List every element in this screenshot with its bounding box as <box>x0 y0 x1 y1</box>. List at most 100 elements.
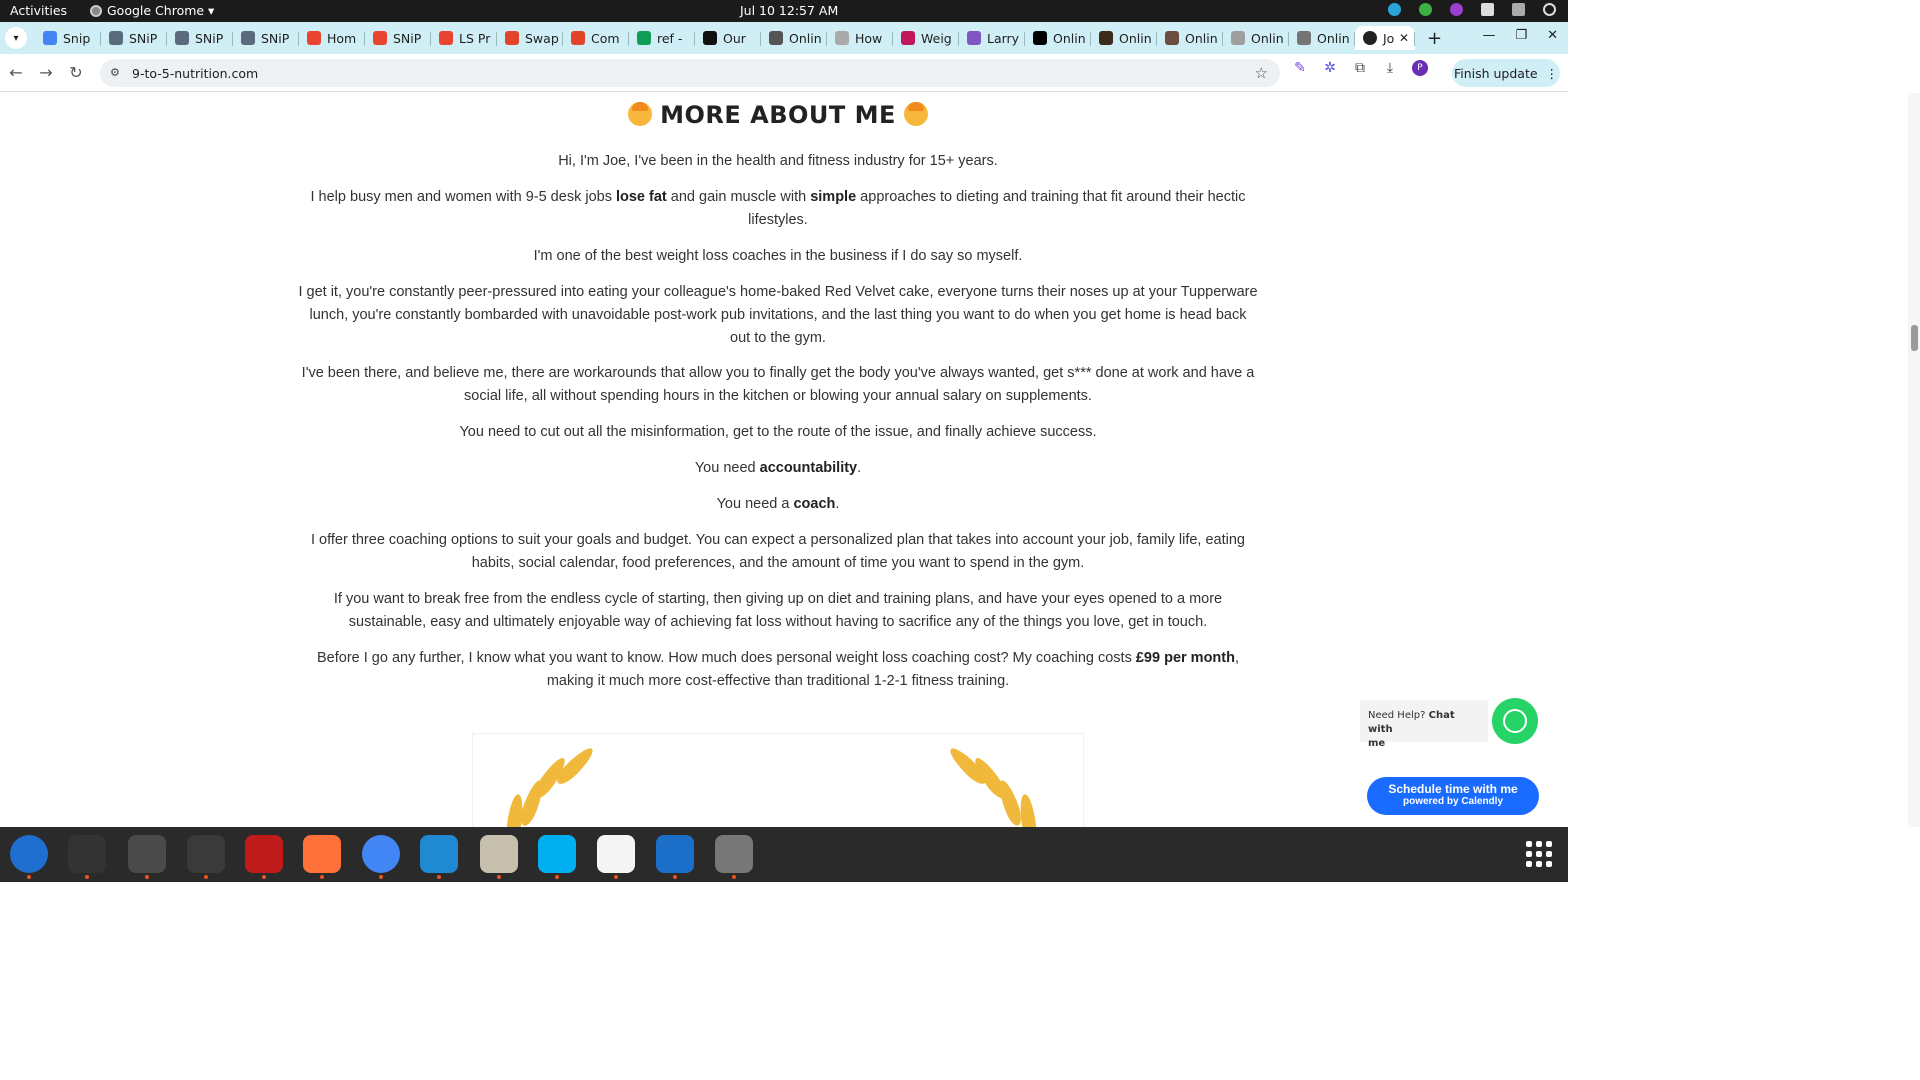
grid-dot <box>1526 861 1532 867</box>
whatsapp-button[interactable] <box>1492 698 1538 744</box>
tray-check-icon[interactable] <box>1419 3 1432 16</box>
paragraph-best: I'm one of the best weight loss coaches … <box>533 248 1023 264</box>
tab-item[interactable]: ref - <box>629 26 695 50</box>
tab-item[interactable]: LS Pr <box>431 26 497 50</box>
tab-title: Our <box>723 30 746 46</box>
system-tray[interactable] <box>1388 3 1556 16</box>
grid-dot <box>1536 841 1542 847</box>
files-icon[interactable] <box>480 835 518 873</box>
tab-item[interactable]: SNiP <box>233 26 299 50</box>
tab-favicon-icon <box>1165 31 1179 45</box>
tab-title: Onlin <box>1119 30 1152 46</box>
tab-favicon-icon <box>307 31 321 45</box>
tab-item[interactable]: Weig <box>893 26 959 50</box>
tab-item[interactable]: Snip <box>35 26 101 50</box>
disk-icon[interactable] <box>715 835 753 873</box>
profile-avatar[interactable]: P <box>1412 60 1428 76</box>
chrome-icon[interactable] <box>362 835 400 873</box>
paragraph-workarounds: I've been there, and believe me, there a… <box>0 362 1556 408</box>
close-window-button[interactable]: ✕ <box>1547 28 1558 43</box>
system-monitor-icon[interactable] <box>187 835 225 873</box>
vscode-icon[interactable] <box>420 835 458 873</box>
running-indicator <box>614 875 618 879</box>
text: Before I go any further, I know what you… <box>316 650 1136 666</box>
site-info-icon[interactable]: ⚙ <box>110 66 124 80</box>
tray-app2-icon[interactable] <box>1450 3 1463 16</box>
address-bar[interactable]: ⚙ 9-to-5-nutrition.com ☆ <box>100 59 1280 87</box>
text: You need a <box>716 496 794 512</box>
tab-item[interactable]: Onlin <box>761 26 827 50</box>
tab-item[interactable]: SNiP <box>167 26 233 50</box>
page-scrollbar[interactable] <box>1908 93 1920 827</box>
text: habits, social calendar, food preference… <box>471 555 1085 571</box>
calculator-icon[interactable] <box>128 835 166 873</box>
tab-item[interactable]: Our <box>695 26 761 50</box>
tab-favicon-icon <box>241 31 255 45</box>
back-button[interactable]: ← <box>2 63 30 82</box>
tab-title: Larry <box>987 30 1020 46</box>
downloads-icon[interactable]: ⤓ <box>1382 60 1398 76</box>
reload-button[interactable]: ↻ <box>62 63 90 82</box>
text: I get it, you're constantly peer-pressur… <box>298 284 1258 300</box>
tab-item[interactable]: SNiP <box>365 26 431 50</box>
tray-app-icon[interactable] <box>1388 3 1401 16</box>
tab-active[interactable]: Jo ✕ <box>1355 26 1415 50</box>
url-text[interactable]: 9-to-5-nutrition.com <box>132 66 258 81</box>
tab-favicon-icon <box>769 31 783 45</box>
tab-item[interactable]: Onlin <box>1223 26 1289 50</box>
grid-dot <box>1536 851 1542 857</box>
tab-item[interactable]: Onlin <box>1289 26 1355 50</box>
tab-close-icon[interactable]: ✕ <box>1399 31 1409 45</box>
tab-item[interactable]: Onlin <box>1025 26 1091 50</box>
tab-title: Onlin <box>1053 30 1086 46</box>
calendly-schedule-button[interactable]: Schedule time with me powered by Calendl… <box>1367 777 1539 815</box>
power-icon[interactable] <box>1543 3 1556 16</box>
bookmark-star-icon[interactable]: ☆ <box>1255 64 1268 82</box>
tab-title: Onlin <box>1185 30 1218 46</box>
activities-button[interactable]: Activities <box>10 3 67 18</box>
show-apps-button[interactable] <box>1526 841 1552 867</box>
tab-favicon-icon <box>1033 31 1047 45</box>
tab-title: SNiP <box>195 30 224 46</box>
tab-search-button[interactable]: ▾ <box>5 27 27 49</box>
text: I offer three coaching options to suit y… <box>311 532 1245 548</box>
scrollbar-thumb[interactable] <box>1911 325 1918 351</box>
thunderbird-icon[interactable] <box>10 835 48 873</box>
tab-favicon-icon <box>901 31 915 45</box>
text: . <box>857 460 862 476</box>
forward-button[interactable]: → <box>32 63 60 82</box>
firefox-icon[interactable] <box>303 835 341 873</box>
volume-icon[interactable] <box>1512 3 1525 16</box>
extensions-icon[interactable]: ⧉ <box>1352 60 1368 76</box>
whatsapp-help-bubble[interactable]: Need Help? Chat with me <box>1360 700 1488 749</box>
pen-extension-icon[interactable]: ✎ <box>1292 60 1308 76</box>
tab-item[interactable]: How <box>827 26 893 50</box>
tab-item[interactable]: Com <box>563 26 629 50</box>
tab-item[interactable]: Hom <box>299 26 365 50</box>
gear-extension-icon[interactable]: ✲ <box>1322 60 1338 76</box>
laurel-award-image <box>472 733 1084 827</box>
tab-item[interactable]: Larry <box>959 26 1025 50</box>
tab-title: Swap <box>525 30 559 46</box>
tab-favicon-icon <box>373 31 387 45</box>
restore-button[interactable]: ❐ <box>1515 28 1527 43</box>
text: social life, all without spending hours … <box>464 388 1092 404</box>
finish-update-button[interactable]: Finish update ⋮ <box>1452 59 1560 87</box>
app-menu[interactable]: Google Chrome ▾ <box>90 3 214 18</box>
running-indicator <box>437 875 441 879</box>
text: , <box>1234 650 1239 666</box>
text-editor-icon[interactable] <box>597 835 635 873</box>
tab-item[interactable]: Onlin <box>1091 26 1157 50</box>
tab-item[interactable]: SNiP <box>101 26 167 50</box>
clock[interactable]: Jul 10 12:57 AM <box>740 3 838 18</box>
new-tab-button[interactable]: + <box>1427 28 1442 49</box>
skype-icon[interactable] <box>538 835 576 873</box>
tab-item[interactable]: Onlin <box>1157 26 1223 50</box>
terminal-icon[interactable] <box>68 835 106 873</box>
minimize-button[interactable]: — <box>1482 28 1495 43</box>
network-icon[interactable] <box>1481 3 1494 16</box>
tab-item[interactable]: Swap <box>497 26 563 50</box>
filezilla-icon[interactable] <box>245 835 283 873</box>
tab-title: SNiP <box>129 30 158 46</box>
document-viewer-icon[interactable] <box>656 835 694 873</box>
